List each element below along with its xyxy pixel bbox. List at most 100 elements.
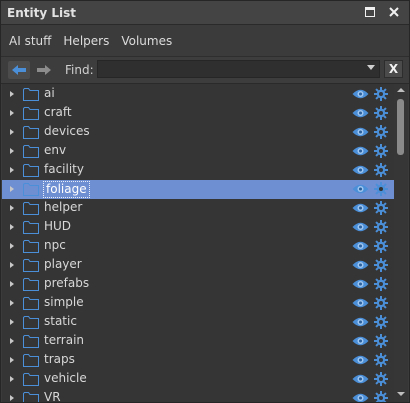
eye-icon[interactable] — [352, 145, 369, 157]
eye-icon[interactable] — [352, 354, 369, 366]
tree-row[interactable]: devices — [2, 123, 394, 142]
eye-icon[interactable] — [352, 88, 369, 100]
gear-icon[interactable] — [374, 258, 388, 272]
expand-arrow-icon[interactable] — [10, 262, 14, 268]
menu-helpers[interactable]: Helpers — [60, 31, 112, 51]
expand-arrow-icon[interactable] — [10, 224, 14, 230]
eye-icon[interactable] — [352, 107, 369, 119]
gear-icon[interactable] — [374, 391, 388, 402]
find-input[interactable] — [97, 60, 380, 78]
gear-icon[interactable] — [374, 220, 388, 234]
gear-icon[interactable] — [374, 125, 388, 139]
eye-icon[interactable] — [352, 183, 369, 195]
tree-row-label: vehicle — [44, 371, 87, 385]
close-icon[interactable] — [387, 5, 401, 19]
eye-icon[interactable] — [352, 164, 369, 176]
tree-row[interactable]: ai — [2, 85, 394, 104]
restore-icon[interactable] — [363, 5, 377, 19]
expand-arrow-icon[interactable] — [10, 148, 14, 154]
gear-icon[interactable] — [374, 277, 388, 291]
expand-arrow-icon[interactable] — [10, 357, 14, 363]
tree-row-label: craft — [44, 105, 72, 119]
expand-arrow-icon[interactable] — [10, 243, 14, 249]
tree-row[interactable]: terrain — [2, 332, 394, 351]
gear-icon[interactable] — [374, 182, 388, 196]
tree-row[interactable]: prefabs — [2, 275, 394, 294]
eye-icon[interactable] — [352, 316, 369, 328]
entity-tree[interactable]: ai craft devices env facility foliage helper HU… — [2, 84, 394, 402]
find-label: Find: — [65, 63, 94, 77]
eye-icon[interactable] — [352, 221, 369, 233]
eye-icon[interactable] — [352, 259, 369, 271]
tree-row-label: traps — [44, 352, 75, 366]
folder-icon — [23, 125, 39, 139]
eye-icon[interactable] — [352, 126, 369, 138]
gear-icon[interactable] — [374, 239, 388, 253]
expand-arrow-icon[interactable] — [10, 376, 14, 382]
folder-icon — [23, 182, 39, 196]
window-controls — [363, 5, 401, 19]
eye-icon[interactable] — [352, 297, 369, 309]
expand-arrow-icon[interactable] — [10, 205, 14, 211]
expand-arrow-icon[interactable] — [10, 91, 14, 97]
tree-row[interactable]: helper — [2, 199, 394, 218]
gear-icon[interactable] — [374, 353, 388, 367]
eye-icon[interactable] — [352, 202, 369, 214]
expand-arrow-icon[interactable] — [10, 186, 14, 192]
eye-icon[interactable] — [352, 392, 369, 402]
entity-list-window: Entity List AI stuff Helpers Volumes Fin… — [0, 0, 410, 403]
expand-arrow-icon[interactable] — [10, 300, 14, 306]
gear-icon[interactable] — [374, 372, 388, 386]
eye-icon[interactable] — [352, 373, 369, 385]
back-button[interactable] — [8, 61, 30, 79]
tree-row[interactable]: static — [2, 313, 394, 332]
folder-icon — [23, 87, 39, 101]
scroll-down-arrow-icon[interactable] — [397, 392, 405, 396]
arrow-left-icon — [12, 65, 26, 75]
folder-icon — [23, 296, 39, 310]
scroll-up-arrow-icon[interactable] — [397, 88, 405, 92]
expand-arrow-icon[interactable] — [10, 110, 14, 116]
vertical-scrollbar[interactable] — [394, 84, 408, 402]
tree-row[interactable]: env — [2, 142, 394, 161]
gear-icon[interactable] — [374, 315, 388, 329]
folder-icon — [23, 163, 39, 177]
eye-icon[interactable] — [352, 278, 369, 290]
tree-row[interactable]: vehicle — [2, 370, 394, 389]
tree-row-label: terrain — [44, 333, 85, 347]
tree-row[interactable]: foliage — [2, 180, 394, 199]
title-bar: Entity List — [1, 1, 409, 25]
chevron-down-icon[interactable] — [367, 65, 375, 70]
forward-button[interactable] — [33, 61, 55, 79]
tree-row[interactable]: simple — [2, 294, 394, 313]
menu-ai-stuff[interactable]: AI stuff — [6, 31, 54, 51]
tree-row[interactable]: VR — [2, 389, 394, 402]
menu-volumes[interactable]: Volumes — [118, 31, 175, 51]
gear-icon[interactable] — [374, 106, 388, 120]
gear-icon[interactable] — [374, 144, 388, 158]
tree-row[interactable]: npc — [2, 237, 394, 256]
folder-icon — [23, 258, 39, 272]
tree-row[interactable]: player — [2, 256, 394, 275]
expand-arrow-icon[interactable] — [10, 395, 14, 401]
find-toolbar: Find: X — [1, 57, 409, 84]
tree-row[interactable]: craft — [2, 104, 394, 123]
expand-arrow-icon[interactable] — [10, 338, 14, 344]
scrollbar-thumb[interactable] — [397, 99, 404, 155]
tree-row[interactable]: traps — [2, 351, 394, 370]
expand-arrow-icon[interactable] — [10, 319, 14, 325]
gear-icon[interactable] — [374, 334, 388, 348]
gear-icon[interactable] — [374, 201, 388, 215]
gear-icon[interactable] — [374, 163, 388, 177]
gear-icon[interactable] — [374, 296, 388, 310]
expand-arrow-icon[interactable] — [10, 129, 14, 135]
expand-arrow-icon[interactable] — [10, 281, 14, 287]
tree-row[interactable]: facility — [2, 161, 394, 180]
tree-row[interactable]: HUD — [2, 218, 394, 237]
eye-icon[interactable] — [352, 240, 369, 252]
gear-icon[interactable] — [374, 87, 388, 101]
clear-find-button[interactable]: X — [384, 60, 403, 78]
window-title: Entity List — [7, 5, 76, 20]
eye-icon[interactable] — [352, 335, 369, 347]
expand-arrow-icon[interactable] — [10, 167, 14, 173]
